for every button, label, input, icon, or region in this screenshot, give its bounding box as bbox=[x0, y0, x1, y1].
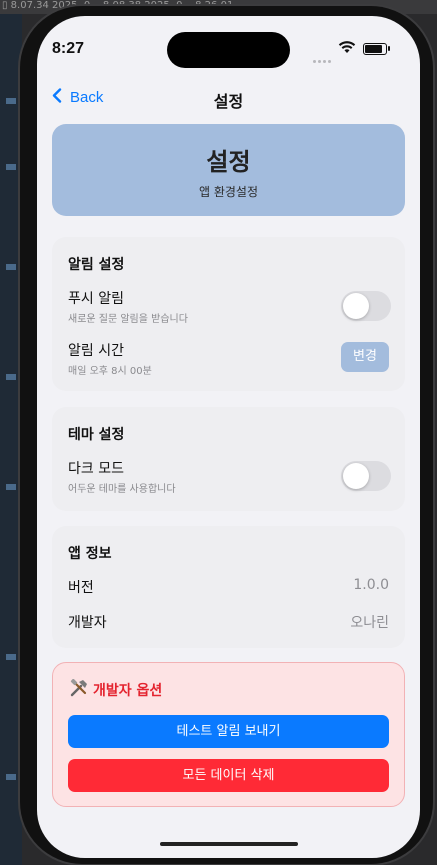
home-indicator[interactable] bbox=[160, 842, 298, 846]
developer-options-header: 개발자 옵션 bbox=[69, 678, 163, 701]
developer-options-title: 개발자 옵션 bbox=[93, 683, 163, 699]
battery-icon bbox=[363, 43, 387, 55]
nav-title: 설정 bbox=[213, 92, 244, 111]
signal-icon bbox=[313, 48, 333, 67]
status-time: 8:27 bbox=[52, 40, 85, 57]
battery-tip bbox=[388, 46, 390, 51]
background-marker bbox=[6, 484, 16, 490]
app-info-card: 앱 정보 버전 1.0.0 개발자 오나린 bbox=[52, 526, 405, 648]
developer-label: 개발자 bbox=[68, 615, 107, 631]
tools-icon bbox=[69, 678, 89, 701]
app-info-title: 앱 정보 bbox=[68, 546, 112, 562]
hero-title: 설정 bbox=[206, 148, 251, 176]
send-test-notification-button[interactable]: 테스트 알림 보내기 bbox=[68, 715, 389, 748]
background-marker bbox=[6, 164, 16, 170]
background-marker bbox=[6, 774, 16, 780]
wifi-icon bbox=[338, 40, 356, 58]
background-marker bbox=[6, 264, 16, 270]
notification-section-title: 알림 설정 bbox=[68, 257, 125, 273]
developer-value: 오나린 bbox=[350, 615, 389, 631]
dark-mode-toggle[interactable] bbox=[341, 461, 391, 491]
developer-options-card: 개발자 옵션 테스트 알림 보내기 모든 데이터 삭제 bbox=[52, 662, 405, 807]
push-notification-toggle[interactable] bbox=[341, 291, 391, 321]
notification-settings-card: 알림 설정 푸시 알림 새로운 질문 알림을 받습니다 알림 시간 매일 오후 … bbox=[52, 237, 405, 391]
delete-all-data-button[interactable]: 모든 데이터 삭제 bbox=[68, 759, 389, 792]
push-notification-label: 푸시 알림 bbox=[68, 291, 124, 307]
theme-settings-card: 테마 설정 다크 모드 어두운 테마를 사용합니다 bbox=[52, 407, 405, 511]
dynamic-island bbox=[167, 32, 290, 68]
background-sidebar bbox=[0, 14, 22, 865]
dark-mode-label: 다크 모드 bbox=[68, 461, 124, 477]
dark-mode-description: 어두운 테마를 사용합니다 bbox=[68, 484, 176, 495]
hero-banner: 설정 앱 환경설정 bbox=[52, 124, 405, 216]
change-time-button[interactable]: 변경 bbox=[341, 342, 389, 372]
push-notification-description: 새로운 질문 알림을 받습니다 bbox=[68, 314, 188, 325]
notification-time-label: 알림 시간 bbox=[68, 343, 124, 359]
background-marker bbox=[6, 374, 16, 380]
background-marker bbox=[6, 654, 16, 660]
version-label: 버전 bbox=[68, 580, 94, 596]
notification-time-description: 매일 오후 8시 00분 bbox=[68, 366, 152, 377]
theme-section-title: 테마 설정 bbox=[68, 427, 125, 443]
version-value: 1.0.0 bbox=[353, 577, 389, 593]
hero-subtitle: 앱 환경설정 bbox=[198, 185, 258, 199]
